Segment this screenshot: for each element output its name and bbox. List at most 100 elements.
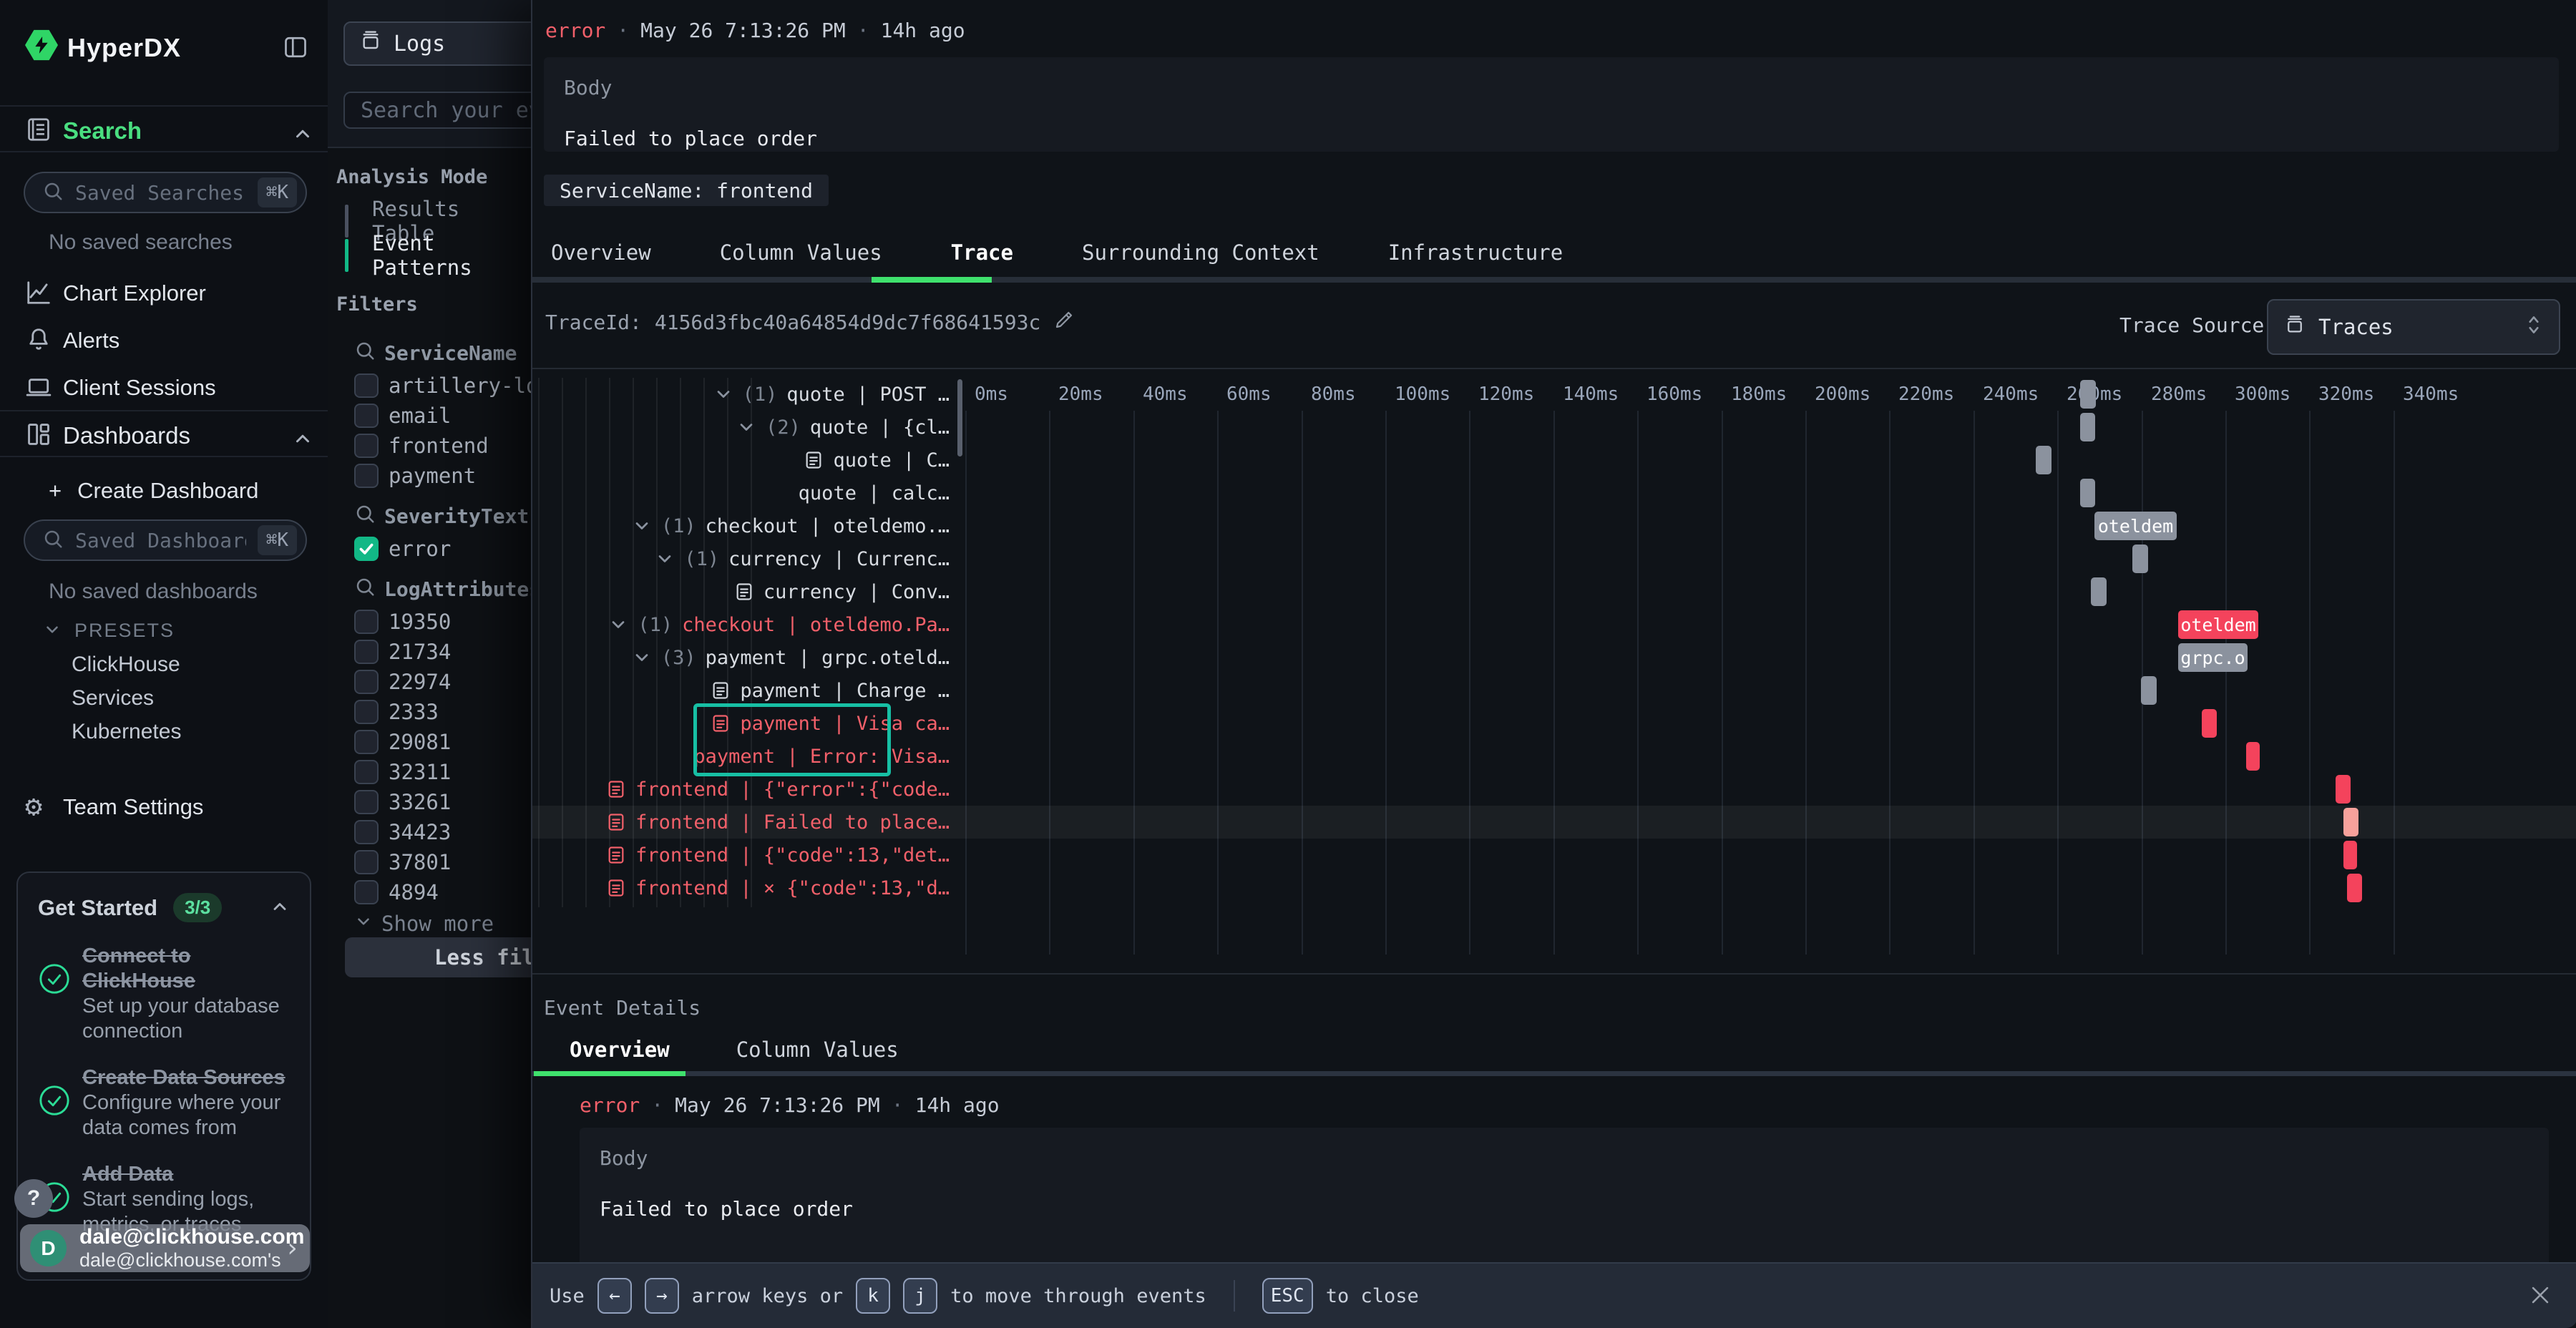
span-tree-row[interactable]: (1)quote | POST … <box>532 378 950 411</box>
span-duration-bar[interactable] <box>2202 709 2217 738</box>
span-tree-row[interactable]: frontend | {"error":{"code… <box>532 773 950 806</box>
checkbox-icon[interactable] <box>354 670 379 694</box>
span-duration-bar[interactable] <box>2347 874 2362 902</box>
checkbox-icon[interactable] <box>354 610 379 634</box>
facet-value-error[interactable]: error <box>354 536 531 562</box>
span-duration-bar[interactable] <box>2132 545 2148 573</box>
checkbox-icon[interactable] <box>354 700 379 724</box>
span-tree-row[interactable]: (1)currency | Currenc… <box>532 542 950 575</box>
checkbox-checked-icon[interactable] <box>354 537 379 561</box>
span-duration-bar[interactable] <box>2036 446 2051 474</box>
span-duration-bar[interactable] <box>2080 479 2095 507</box>
checkbox-icon[interactable] <box>354 434 379 458</box>
k-key[interactable]: k <box>856 1278 890 1314</box>
span-tree-row[interactable]: quote | calc… <box>532 477 950 509</box>
span-duration-bar[interactable]: oteldem <box>2094 512 2177 540</box>
chevron-down-icon[interactable] <box>608 615 628 635</box>
sidebar-item-team-settings[interactable]: Team Settings <box>63 794 203 820</box>
j-key[interactable]: j <box>903 1278 937 1314</box>
edit-pencil-icon[interactable] <box>1053 309 1075 336</box>
presets-header[interactable]: PRESETS <box>43 620 175 642</box>
facet-value-32311[interactable]: 32311 <box>354 759 531 785</box>
event-search-input[interactable] <box>343 92 531 129</box>
facet-value-email[interactable]: email <box>354 403 531 429</box>
chevron-down-icon[interactable] <box>632 516 652 536</box>
saved-searches-field[interactable] <box>74 180 248 205</box>
sidebar-item-search[interactable]: Search <box>63 117 142 145</box>
span-tree-row[interactable]: frontend | {"code":13,"det… <box>532 839 950 872</box>
span-tree-row[interactable]: payment | Charge … <box>532 674 950 707</box>
span-duration-bar[interactable] <box>2246 742 2260 771</box>
facet-value-34423[interactable]: 34423 <box>354 819 531 845</box>
tab-infrastructure[interactable]: Infrastructure <box>1388 230 1563 275</box>
span-tree-row[interactable]: (3)payment | grpc.oteld… <box>532 641 950 674</box>
span-tree-row[interactable]: (1)checkout | oteldemo.… <box>532 509 950 542</box>
sidebar-preset-kubernetes[interactable]: Kubernetes <box>72 715 181 748</box>
esc-key[interactable]: ESC <box>1262 1278 1313 1314</box>
tree-scrollbar-thumb[interactable] <box>957 379 962 456</box>
checkbox-icon[interactable] <box>354 404 379 428</box>
tab-surrounding-context[interactable]: Surrounding Context <box>1082 230 1319 275</box>
create-dashboard-button[interactable]: + Create Dashboard <box>49 478 258 504</box>
facet-value-19350[interactable]: 19350 <box>354 609 531 635</box>
help-button[interactable]: ? <box>14 1179 53 1218</box>
facet-value-artillery-loa[interactable]: artillery-loa <box>354 373 531 399</box>
facet-value-21734[interactable]: 21734 <box>354 639 531 665</box>
saved-dashboards-field[interactable] <box>74 528 248 553</box>
chevron-down-icon[interactable] <box>632 648 652 668</box>
user-menu[interactable]: D dale@clickhouse.com dale@clickhouse.co… <box>20 1224 310 1272</box>
source-select[interactable]: Logs <box>343 21 531 66</box>
facet-value-29081[interactable]: 29081 <box>354 729 531 755</box>
trace-source-select[interactable]: Traces <box>2267 299 2560 355</box>
less-filters-button[interactable]: Less fil <box>345 937 531 977</box>
sidebar-item-alerts[interactable]: Alerts <box>63 328 119 353</box>
facet-value-frontend[interactable]: frontend <box>354 433 531 459</box>
span-tree-row[interactable]: frontend | Failed to place… <box>532 806 950 839</box>
get-started-item[interactable]: Create Data SourcesConfigure where your … <box>38 1065 290 1141</box>
event-details-tab-overview[interactable]: Overview <box>570 1027 670 1072</box>
saved-dashboards-input[interactable]: ⌘K <box>24 519 307 561</box>
arrow-left-key[interactable]: ← <box>597 1278 632 1314</box>
checkbox-icon[interactable] <box>354 880 379 904</box>
tab-column-values[interactable]: Column Values <box>720 230 882 275</box>
span-duration-bar[interactable] <box>2080 413 2095 441</box>
span-duration-bar[interactable] <box>2080 380 2096 409</box>
arrow-right-key[interactable]: → <box>645 1278 679 1314</box>
span-duration-bar[interactable] <box>2343 841 2357 869</box>
checkbox-icon[interactable] <box>354 850 379 874</box>
span-duration-bar[interactable]: grpc.o <box>2178 643 2248 672</box>
checkbox-icon[interactable] <box>354 820 379 844</box>
facet-value-37801[interactable]: 37801 <box>354 849 531 875</box>
checkbox-icon[interactable] <box>354 464 379 488</box>
tab-overview[interactable]: Overview <box>551 230 651 275</box>
get-started-collapse-icon[interactable] <box>270 897 290 919</box>
sidebar-item-dashboards[interactable]: Dashboards <box>63 422 190 449</box>
span-tree-row[interactable]: (2)quote | {cl… <box>532 411 950 444</box>
facet-value-33261[interactable]: 33261 <box>354 789 531 815</box>
span-duration-bar[interactable]: oteldem <box>2178 610 2258 639</box>
get-started-item[interactable]: Connect to ClickHouseSet up your databas… <box>38 944 290 1044</box>
sidebar-item-client-sessions[interactable]: Client Sessions <box>63 375 216 401</box>
span-tree-row[interactable]: (1)checkout | oteldemo.Pa… <box>532 608 950 641</box>
show-more-button[interactable]: Show more <box>354 909 531 938</box>
checkbox-icon[interactable] <box>354 730 379 754</box>
sidebar-preset-clickhouse[interactable]: ClickHouse <box>72 648 181 681</box>
search-collapse-chevron-icon[interactable] <box>292 123 313 147</box>
span-tree-row[interactable]: currency | Conv… <box>532 575 950 608</box>
chevron-down-icon[interactable] <box>713 384 733 404</box>
service-name-tag[interactable]: ServiceName: frontend <box>544 175 829 206</box>
checkbox-icon[interactable] <box>354 760 379 784</box>
chevron-down-icon[interactable] <box>655 549 675 569</box>
mode-event-patterns[interactable]: Event Patterns <box>372 239 531 272</box>
span-duration-bar[interactable] <box>2336 775 2351 804</box>
facet-value-4894[interactable]: 4894 <box>354 879 531 905</box>
span-duration-bar[interactable] <box>2091 577 2107 606</box>
checkbox-icon[interactable] <box>354 374 379 398</box>
saved-searches-input[interactable]: ⌘K <box>24 172 307 213</box>
sidebar-item-chart-explorer[interactable]: Chart Explorer <box>63 280 206 306</box>
event-search-field[interactable] <box>359 97 531 124</box>
collapse-sidebar-icon[interactable] <box>283 34 308 63</box>
facet-value-payment[interactable]: payment <box>354 463 531 489</box>
facet-value-22974[interactable]: 22974 <box>354 669 531 695</box>
close-icon[interactable] <box>2523 1278 2557 1312</box>
